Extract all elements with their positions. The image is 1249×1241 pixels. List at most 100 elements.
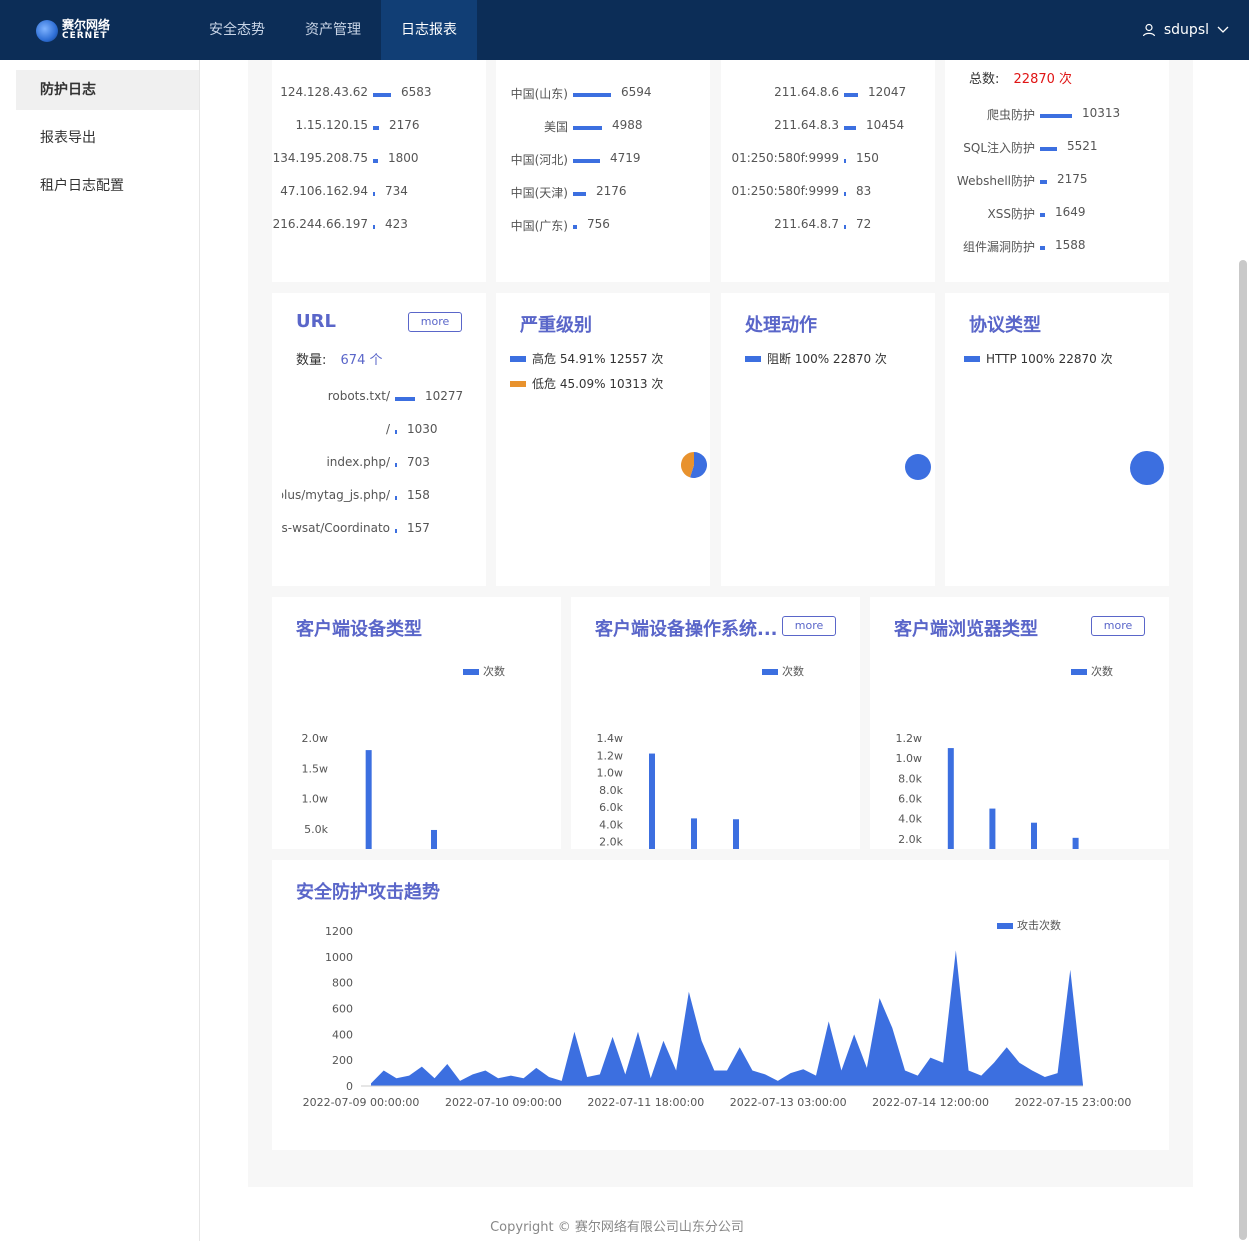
ranking-bar	[573, 159, 600, 163]
ranking-row[interactable]: Webshell防护 2175	[945, 172, 1088, 192]
ranking-value: 10454	[866, 118, 905, 132]
ranking-value: 150	[856, 151, 879, 165]
ranking-row[interactable]: s-wsat/Coordinato... 157	[272, 521, 430, 541]
ranking-bar	[844, 93, 858, 97]
ranking-row[interactable]: 134.195.208.75 1800	[272, 151, 419, 171]
source-ip-card: 124.128.43.62 6583 1.15.120.15 2176 134.195.…	[272, 60, 486, 282]
legend-swatch[interactable]	[762, 669, 778, 675]
pie-slice-http[interactable]	[1130, 451, 1164, 485]
ranking-bar	[395, 430, 397, 434]
ranking-bar	[1040, 114, 1072, 118]
url-more-button[interactable]: more	[408, 312, 462, 332]
ranking-row[interactable]: 中国(山东) 6594	[496, 85, 652, 105]
ranking-value: 6583	[401, 85, 432, 99]
ranking-row[interactable]: 爬虫防护 10313	[945, 106, 1120, 126]
ranking-row[interactable]: 001:250:580f:9999::... 83	[721, 184, 871, 204]
sidebar-item-report-export[interactable]: 报表导出	[16, 118, 199, 158]
ranking-row[interactable]: 中国(广东) 756	[496, 217, 610, 237]
logo[interactable]: 赛尔网络 CERNET	[36, 18, 110, 44]
bar[interactable]	[989, 808, 996, 849]
nav-asset-management[interactable]: 资产管理	[285, 0, 381, 60]
ranking-row[interactable]: /plus/mytag_js.php 158	[272, 488, 430, 508]
ranking-row[interactable]: SQL注入防护 5521	[945, 139, 1097, 159]
action-pie-chart[interactable]	[904, 453, 932, 481]
severity-legend-low[interactable]: 低危 45.09% 10313 次	[510, 375, 663, 392]
y-tick-label: 1.0w	[597, 767, 624, 780]
ranking-row[interactable]: 1.15.120.15 2176	[272, 118, 419, 138]
sidebar-item-tenant-log-config[interactable]: 租户日志配置	[16, 166, 199, 206]
x-tick-label: 2022-07-13 03:00:00	[730, 1096, 847, 1109]
ranking-value: 423	[385, 217, 408, 231]
browser-type-card: 客户端浏览器类型 more 次数02.0k4.0k6.0k8.0k1.0w1.2…	[870, 597, 1169, 849]
ranking-row[interactable]: 211.64.8.6 12047	[721, 85, 906, 105]
legend-swatch[interactable]	[463, 669, 479, 675]
url-title: URL	[296, 311, 336, 332]
severity-legend-high[interactable]: 高危 54.91% 12557 次	[510, 350, 663, 367]
ranking-value: 1588	[1055, 238, 1086, 252]
ranking-row[interactable]: 211.64.8.7 72	[721, 217, 871, 237]
ranking-row[interactable]: / 1030	[272, 422, 438, 442]
ranking-row[interactable]: 47.106.162.94 734	[272, 184, 408, 204]
user-icon	[1142, 23, 1155, 37]
ranking-row[interactable]: 001:250:580f:9999::... 150	[721, 151, 879, 171]
nav-log-report[interactable]: 日志报表	[381, 0, 477, 60]
legend-text-low: 低危 45.09% 10313 次	[532, 377, 664, 391]
bar[interactable]	[365, 750, 372, 849]
bar[interactable]	[1072, 837, 1079, 849]
protocol-pie-chart[interactable]	[1129, 450, 1165, 486]
nav-security-situation[interactable]: 安全态势	[189, 0, 285, 60]
x-tick-label: 2022-07-11 18:00:00	[587, 1096, 704, 1109]
bar[interactable]	[649, 753, 655, 849]
legend-label[interactable]: 攻击次数	[1017, 918, 1061, 932]
user-menu[interactable]: sdupsl	[1142, 0, 1229, 60]
ranking-row[interactable]: 组件漏洞防护 1588	[945, 238, 1086, 258]
ranking-row[interactable]: 216.244.66.197 423	[272, 217, 408, 237]
ranking-label: /	[385, 422, 390, 436]
action-legend[interactable]: 阻断 100% 22870 次	[745, 350, 887, 367]
bar[interactable]	[947, 748, 954, 849]
ranking-row[interactable]: 美国 4988	[496, 118, 643, 138]
action-title: 处理动作	[745, 315, 817, 336]
legend-swatch-high	[510, 355, 526, 362]
y-tick-label: 1.0w	[302, 793, 329, 806]
ranking-row[interactable]: XSS防护 1649	[945, 205, 1086, 225]
ranking-row[interactable]: 211.64.8.3 10454	[721, 118, 904, 138]
y-tick-label: 0	[346, 1080, 353, 1093]
y-tick-label: 4.0k	[599, 818, 623, 831]
ranking-value: 703	[407, 455, 430, 469]
bar[interactable]	[691, 818, 697, 849]
ranking-label: 爬虫防护	[986, 108, 1035, 122]
legend-swatch[interactable]	[997, 923, 1013, 929]
bar[interactable]	[733, 819, 739, 849]
attack-area-series[interactable]	[371, 950, 1083, 1086]
globe-icon	[36, 20, 58, 42]
bar[interactable]	[431, 829, 437, 849]
legend-label[interactable]: 次数	[1091, 664, 1113, 678]
footer-copyright: Copyright © 赛尔网络有限公司山东分公司	[490, 1220, 744, 1235]
x-tick-label: 2022-07-09 00:00:00	[303, 1096, 420, 1109]
page-scrollbar[interactable]	[1239, 260, 1247, 1240]
pie-slice-block[interactable]	[905, 454, 931, 480]
ranking-bar	[573, 225, 577, 229]
ranking-row[interactable]: /robots.txt 10277	[272, 389, 464, 409]
y-tick-label: 1.0w	[896, 752, 923, 765]
y-tick-label: 1.2w	[597, 749, 624, 762]
y-tick-label: 4.0k	[898, 813, 922, 826]
ranking-label: 组件漏洞防护	[962, 240, 1035, 254]
legend-swatch[interactable]	[1071, 669, 1087, 675]
protocol-legend[interactable]: HTTP 100% 22870 次	[964, 350, 1113, 367]
severity-pie-chart[interactable]	[680, 451, 708, 479]
sidebar: 防护日志 报表导出 租户日志配置	[0, 60, 200, 1241]
legend-label[interactable]: 次数	[483, 664, 505, 678]
sidebar-item-protection-log[interactable]: 防护日志	[16, 70, 199, 110]
ranking-row[interactable]: 中国(天津) 2176	[496, 184, 627, 204]
ranking-row[interactable]: /index.php 703	[272, 455, 429, 475]
ranking-label: 001:250:580f:9999::...	[731, 184, 839, 198]
ranking-row[interactable]: 中国(河北) 4719	[496, 151, 641, 171]
ranking-label: SQL注入防护	[963, 141, 1035, 155]
ranking-row[interactable]: 124.128.43.62 6583	[272, 85, 431, 105]
legend-label[interactable]: 次数	[782, 664, 804, 678]
y-tick-label: 800	[332, 977, 353, 990]
bar[interactable]	[1031, 822, 1037, 849]
url-card: URL more 数量: 674 个 /robots.txt 10277 / 1030…	[272, 293, 486, 586]
